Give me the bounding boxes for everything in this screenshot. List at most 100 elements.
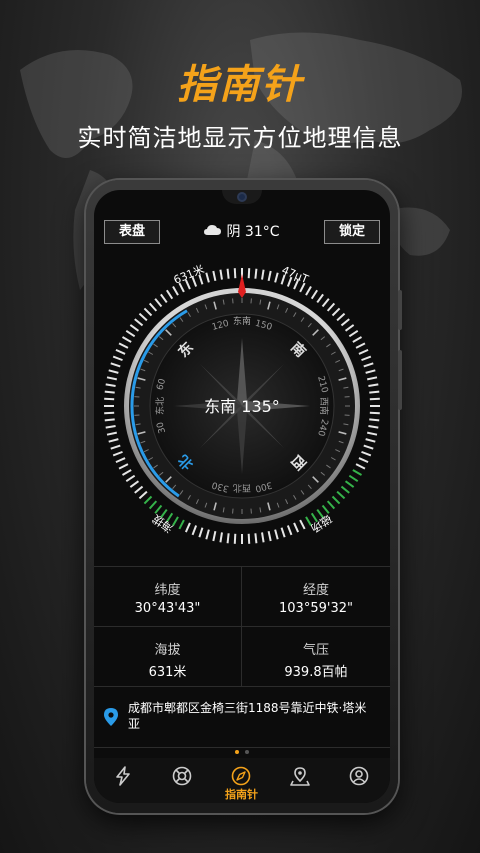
page-indicator xyxy=(94,750,390,754)
outer-tick xyxy=(138,490,148,500)
direction-label: 东南 xyxy=(233,315,251,327)
outer-tick xyxy=(205,272,210,283)
outer-tick xyxy=(160,293,168,304)
nav-item-map[interactable] xyxy=(271,758,330,803)
outer-tick xyxy=(112,450,123,457)
outer-tick xyxy=(344,324,355,332)
longitude-label: 经度 xyxy=(302,583,329,598)
outer-tick xyxy=(108,369,119,374)
outer-tick xyxy=(340,318,350,327)
lock-button[interactable]: 锁定 xyxy=(323,220,380,244)
cloud-icon xyxy=(204,220,222,244)
outer-tick xyxy=(105,383,116,387)
outer-tick xyxy=(368,383,379,387)
outer-tick xyxy=(355,342,366,349)
altitude-cell: 海拔 631米 xyxy=(94,627,242,687)
map-pin-icon xyxy=(290,767,310,786)
outer-tick xyxy=(104,411,115,415)
outer-tick xyxy=(219,269,223,280)
outer-tick xyxy=(121,336,132,343)
outer-tick xyxy=(110,362,121,368)
location-pin-icon xyxy=(104,708,118,726)
outer-tick xyxy=(365,438,376,443)
outer-tick xyxy=(280,527,286,538)
outer-tick xyxy=(226,268,230,279)
nav-item-compass[interactable]: 指南针 xyxy=(212,758,271,803)
outer-tick xyxy=(166,289,174,300)
outer-tick xyxy=(369,411,380,415)
outer-tick xyxy=(106,431,118,436)
outer-tick xyxy=(361,450,372,457)
outer-tick xyxy=(352,469,363,476)
outer-tick xyxy=(326,500,336,510)
outer-tick xyxy=(112,355,123,362)
outer-tick xyxy=(108,438,119,443)
outer-tick xyxy=(261,532,265,543)
outer-tick xyxy=(118,342,129,349)
outer-tick xyxy=(254,268,258,279)
outer-tick xyxy=(134,318,144,327)
outer-tick xyxy=(115,348,126,355)
front-camera xyxy=(237,192,247,202)
address-row[interactable]: 成都市郫都区金椅三街1188号靠近中铁·塔米亚 xyxy=(94,686,390,748)
altitude-value: 631米 xyxy=(148,665,187,680)
outer-tick xyxy=(368,425,379,429)
outer-tick xyxy=(212,270,217,282)
outer-tick xyxy=(105,425,116,429)
outer-tick xyxy=(121,469,132,476)
page-dot xyxy=(245,750,249,754)
promo-headline: 指南针 xyxy=(177,62,303,108)
outer-tick xyxy=(340,485,350,494)
location-info-grid: 纬度 30°43'43" 经度 103°59'32" 海拔 631米 气压 93… xyxy=(94,566,390,687)
outer-tick xyxy=(365,369,376,374)
outer-tick xyxy=(118,463,129,470)
outer-tick xyxy=(369,397,380,401)
outer-tick xyxy=(305,285,312,296)
outer-tick xyxy=(363,444,374,450)
heading-readout: 东南 135° xyxy=(204,397,280,416)
outer-tick xyxy=(336,312,346,322)
outer-tick xyxy=(184,522,191,533)
promo-subline: 实时简洁地显示方位地理信息 xyxy=(77,124,403,152)
outer-tick xyxy=(104,390,115,394)
outer-tick xyxy=(134,485,144,494)
dial-button[interactable]: 表盘 xyxy=(104,220,161,244)
intercardinal-label: 东北 xyxy=(154,397,166,415)
outer-tick xyxy=(226,533,230,544)
nav-label-compass: 指南针 xyxy=(225,788,258,801)
pressure-value: 939.8百帕 xyxy=(284,665,348,680)
lightning-icon xyxy=(116,766,130,786)
outer-tick xyxy=(331,307,341,317)
nav-item-profile[interactable] xyxy=(330,758,389,803)
lifebuoy-icon xyxy=(172,766,192,786)
outer-tick xyxy=(198,527,204,538)
outer-tick xyxy=(369,390,380,394)
outer-tick xyxy=(138,312,148,322)
outer-tick xyxy=(336,490,346,500)
outer-tick xyxy=(115,457,126,464)
outer-tick xyxy=(233,268,237,279)
outer-tick xyxy=(104,418,115,422)
outer-tick xyxy=(191,525,198,536)
outer-tick xyxy=(310,289,318,300)
outer-tick xyxy=(369,418,380,422)
nav-item-lightning[interactable] xyxy=(94,758,153,803)
user-icon xyxy=(349,766,369,786)
latitude-cell: 纬度 30°43'43" xyxy=(94,567,242,627)
outer-tick xyxy=(148,500,158,510)
outer-tick xyxy=(172,285,179,296)
outer-tick xyxy=(366,431,378,436)
outer-tick xyxy=(358,348,369,355)
outer-tick xyxy=(129,324,140,332)
outer-tick xyxy=(286,525,293,536)
outer-tick xyxy=(125,474,136,482)
outer-tick xyxy=(326,302,336,312)
nav-item-lifebuoy[interactable] xyxy=(153,758,212,803)
outer-tick xyxy=(348,330,359,338)
outer-tick xyxy=(154,504,163,514)
compass-dial: 3060120 150210240300330 东南西北东北 西南西北 东南 135… xyxy=(104,263,380,544)
outer-tick xyxy=(143,495,153,505)
outer-tick xyxy=(331,495,341,505)
outer-tick xyxy=(355,463,366,470)
latitude-label: 纬度 xyxy=(154,583,181,598)
